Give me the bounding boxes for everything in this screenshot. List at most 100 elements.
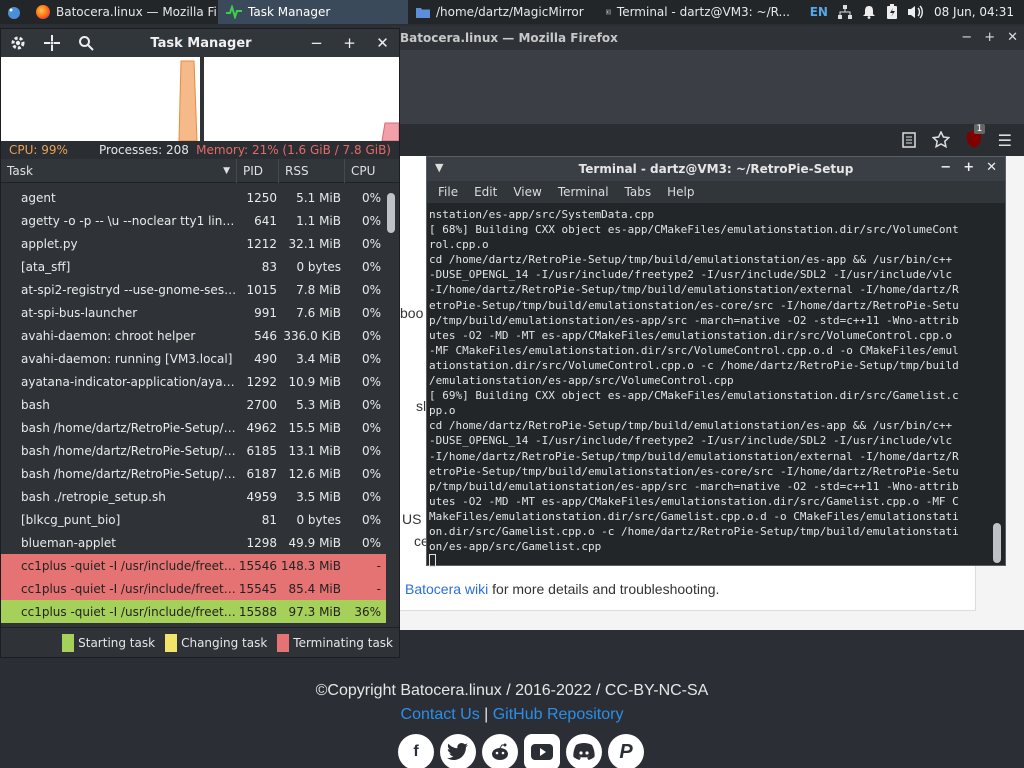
twitter-icon[interactable] (440, 734, 476, 768)
table-row[interactable]: [blkcg_punt_bio] 81 0 bytes 0% (1, 508, 386, 531)
process-rss: 0 bytes (296, 512, 341, 527)
column-cpu[interactable]: CPU (345, 159, 385, 183)
facebook-icon[interactable]: f (398, 734, 434, 768)
process-pid: 991 (254, 305, 277, 320)
maximize-icon[interactable]: + (963, 160, 974, 175)
terminal-line: pp.o (429, 404, 456, 418)
menu-item-terminal[interactable]: Terminal (551, 185, 616, 199)
process-name: at-spi-bus-launcher (21, 305, 138, 320)
github-repository-link[interactable]: GitHub Repository (493, 706, 624, 723)
terminal-prompt-line (429, 554, 987, 569)
minimize-icon[interactable]: − (940, 160, 951, 175)
terminal-titlebar[interactable]: ▼ Terminal - dartz@VM3: ~/RetroPie-Setup… (427, 157, 1005, 181)
firefox-titlebar[interactable]: Batocera.linux — Mozilla Firefox (392, 26, 1024, 50)
column-rss[interactable]: RSS (279, 158, 345, 183)
menu-item-file[interactable]: File (431, 185, 465, 199)
table-row[interactable]: avahi-daemon: running [VM3.local] 490 3.4 … (1, 347, 386, 370)
terminal-line: /emulationstation/es-app/src/VolumeContr… (429, 374, 734, 388)
batocera-wiki-link[interactable]: Batocera wiki (405, 581, 488, 597)
table-row[interactable]: cc1plus -quiet -I /usr/include/freetyp..… (1, 554, 386, 577)
volume-icon[interactable] (907, 5, 924, 19)
taskbar-item-firefox[interactable]: Batocera.linux — Mozilla Fi... (28, 0, 218, 24)
table-row[interactable]: bash 2700 5.3 MiB 0% (1, 393, 386, 416)
table-row[interactable]: bash /home/dartz/RetroPie-Setup/re... 618… (1, 439, 386, 462)
paypal-icon[interactable]: P (608, 734, 644, 768)
text-fragment: boo (400, 305, 424, 321)
search-icon (79, 36, 94, 51)
notification-bell-icon[interactable] (862, 5, 876, 19)
taskbar-item-folder[interactable]: /home/dartz/MagicMirror (408, 0, 598, 24)
minimize-icon[interactable]: − (300, 29, 333, 57)
search-button[interactable] (69, 29, 103, 57)
ublock-extension[interactable]: 1 (966, 123, 986, 151)
link-separator: | (479, 706, 493, 723)
legend-swatch-changing (165, 633, 178, 652)
clock[interactable]: 08 Jun, 04:31 (934, 5, 1014, 19)
discord-icon[interactable] (566, 734, 602, 768)
menu-item-tabs[interactable]: Tabs (618, 185, 659, 199)
table-row[interactable]: agent 1250 5.1 MiB 0% (1, 186, 386, 209)
table-row[interactable]: avahi-daemon: chroot helper 546 336.0 KiB 0… (1, 324, 386, 347)
reddit-icon[interactable] (482, 734, 518, 768)
hamburger-menu-icon[interactable]: ☰ (998, 131, 1012, 150)
menu-item-view[interactable]: View (506, 185, 548, 199)
process-rss: 3.5 MiB (296, 489, 341, 504)
process-cpu: 0% (361, 420, 381, 435)
text-fragment: US (402, 511, 422, 527)
app-menu-button[interactable] (0, 0, 28, 24)
minimize-icon[interactable]: − (961, 30, 972, 45)
taskbar-item-terminal[interactable]: Terminal - dartz@VM3: ~/R... (598, 0, 798, 24)
table-row[interactable]: applet.py 1212 32.1 MiB 0% (1, 232, 386, 255)
table-row[interactable]: cc1plus -quiet -I /usr/include/freetyp..… (1, 600, 386, 623)
table-row[interactable]: [ata_sff] 83 0 bytes 0% (1, 255, 386, 278)
menu-item-help[interactable]: Help (660, 185, 701, 199)
process-pid: 2700 (246, 397, 277, 412)
close-icon[interactable]: ✕ (366, 29, 399, 57)
taskbar-item-task-manager[interactable]: Task Manager (218, 0, 408, 24)
menu-item-edit[interactable]: Edit (467, 185, 504, 199)
column-pid[interactable]: PID (237, 158, 279, 183)
table-row[interactable]: ayatana-indicator-application/ayata... 12… (1, 370, 386, 393)
terminal-output[interactable]: nstation/es-app/src/SystemData.cpp [ 68%]… (427, 205, 989, 568)
close-icon[interactable]: ✕ (1007, 30, 1018, 45)
task-manager-titlebar[interactable]: Task Manager − + ✕ (1, 29, 399, 57)
battery-icon[interactable] (886, 4, 898, 20)
process-list-scrollbar[interactable] (387, 189, 395, 625)
table-row[interactable]: agetty -o -p -- \u --noclear tty1 linux 6… (1, 209, 386, 232)
keyboard-layout-indicator[interactable]: EN (810, 5, 828, 19)
memory-graph (204, 57, 400, 142)
contact-us-link[interactable]: Contact Us (401, 706, 480, 723)
network-icon[interactable] (837, 5, 852, 19)
window-menu-icon[interactable]: ▼ (435, 161, 443, 174)
table-row[interactable]: bash ./retropie_setup.sh 4959 3.5 MiB 0% (1, 485, 386, 508)
table-row[interactable]: at-spi-bus-launcher 991 7.6 MiB 0% (1, 301, 386, 324)
maximize-icon[interactable]: + (333, 29, 366, 57)
terminal-line: [ 68%] Building CXX object es-app/CMakeF… (429, 223, 959, 237)
settings-button[interactable] (1, 29, 35, 57)
process-pid: 15545 (238, 581, 277, 596)
process-list: agent 1250 5.1 MiB 0% agetty -o -p -- \u --n… (1, 186, 386, 626)
table-row[interactable]: bash /home/dartz/RetroPie-Setup/re... 618… (1, 462, 386, 485)
terminal-scrollbar[interactable] (993, 209, 1001, 563)
process-rss: 85.4 MiB (288, 581, 341, 596)
table-row[interactable]: at-spi2-registryd --use-gnome-session 101… (1, 278, 386, 301)
table-row[interactable]: bash /home/dartz/RetroPie-Setup/re... 496… (1, 416, 386, 439)
maximize-icon[interactable]: + (984, 30, 995, 45)
table-row[interactable]: blueman-applet 1298 49.9 MiB 0% (1, 531, 386, 554)
bookmark-star-icon[interactable] (931, 131, 950, 149)
terminal-line: p/tmp/build/emulationstation/es-app/src … (429, 313, 959, 327)
column-task[interactable]: Task ▼ (1, 158, 237, 183)
scrollbar-thumb[interactable] (387, 193, 395, 233)
identify-window-button[interactable] (35, 29, 69, 57)
scrollbar-thumb[interactable] (993, 523, 1001, 563)
process-name: bash /home/dartz/RetroPie-Setup/re... (21, 443, 237, 458)
process-cpu: 0% (361, 282, 381, 297)
usage-graphs (1, 57, 400, 142)
terminal-line: ationstation.dir/src/VolumeControl.cpp.o… (429, 358, 959, 372)
process-rss: 13.1 MiB (288, 443, 341, 458)
table-row[interactable]: cc1plus -quiet -I /usr/include/freetyp..… (1, 577, 386, 600)
youtube-icon[interactable] (524, 734, 560, 768)
process-rss: 15.5 MiB (288, 420, 341, 435)
reader-view-icon[interactable] (901, 132, 916, 148)
close-icon[interactable]: ✕ (986, 160, 997, 175)
